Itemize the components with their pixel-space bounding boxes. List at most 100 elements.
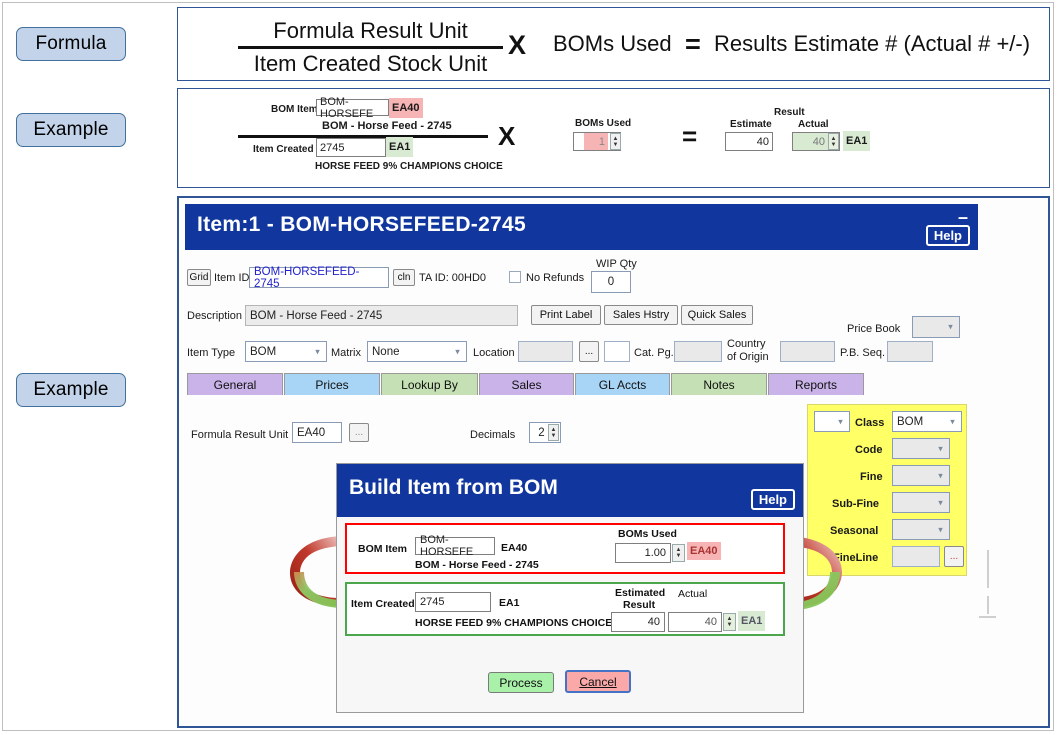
cancel-button[interactable]: Cancel <box>565 670 631 693</box>
example-panel: BOM Item BOM-HORSEFE EA40 BOM - Horse Fe… <box>177 88 1050 188</box>
dialog-bom-description: BOM - Horse Feed - 2745 <box>415 559 539 571</box>
formula-result-unit-ellipsis-button[interactable]: ... <box>349 423 369 442</box>
scrollbar-mark-bottom[interactable] <box>979 616 996 618</box>
example-item-created-label: Item Created <box>253 144 314 155</box>
location-extra-input[interactable] <box>604 341 630 362</box>
formula-result-unit-input[interactable]: EA40 <box>292 422 342 443</box>
formula-result: Results Estimate # (Actual # +/-) <box>714 31 1031 56</box>
tab-prices[interactable]: Prices <box>284 373 380 395</box>
item-created-section: Item Created 2745 EA1 HORSE FEED 9% CHAM… <box>345 582 785 636</box>
tab-general[interactable]: General <box>187 373 283 395</box>
bom-item-section: BOM Item BOM-HORSEFE EA40 BOM - Horse Fe… <box>345 523 785 574</box>
chevron-down-icon: ▾ <box>315 346 320 356</box>
cat-pg-input[interactable] <box>674 341 722 362</box>
tab-notes[interactable]: Notes <box>671 373 767 395</box>
item-id-input[interactable]: BOM-HORSEFEED-2745 <box>249 266 389 290</box>
tab-sales[interactable]: Sales <box>479 373 574 395</box>
print-label-button[interactable]: Print Label <box>531 305 601 325</box>
dialog-bom-item-input[interactable]: BOM-HORSEFE <box>415 534 495 558</box>
process-button[interactable]: Process <box>488 672 554 693</box>
item-type-label: Item Type <box>187 347 236 359</box>
country-of-origin-input[interactable] <box>780 341 835 362</box>
country-of-origin-label-line1: Country <box>727 338 766 350</box>
scrollbar-mark-lower[interactable] <box>987 596 989 614</box>
formula-ellipsis-text: ... <box>354 427 364 438</box>
dialog-boms-used-spinner[interactable]: ▲ ▼ <box>672 544 685 562</box>
class-label: Class <box>855 417 885 429</box>
quick-sales-button[interactable]: Quick Sales <box>681 305 753 325</box>
chevron-down-icon: ▾ <box>455 346 460 356</box>
class-select[interactable]: BOM ▾ <box>892 411 962 432</box>
example-item-description: HORSE FEED 9% CHAMPIONS CHOICE <box>315 161 503 172</box>
decimals-spinner[interactable]: ▲ ▼ <box>548 424 559 441</box>
class-value: BOM <box>897 415 924 428</box>
item-type-select[interactable]: BOM ▾ <box>245 341 327 362</box>
chevron-down-icon: ▾ <box>938 524 943 534</box>
dialog-help-button[interactable]: Help <box>750 489 795 510</box>
fine-label: Fine <box>860 471 883 483</box>
example-boms-used-value: 1 <box>584 133 608 150</box>
dialog-actual-spinner[interactable]: ▲ ▼ <box>723 613 736 631</box>
cln-button[interactable]: cln <box>393 269 415 286</box>
example-bom-description: BOM - Horse Feed - 2745 <box>322 120 452 132</box>
fine-select[interactable]: ▾ <box>892 465 950 486</box>
dialog-title: Build Item from BOM <box>349 476 558 499</box>
location-input[interactable] <box>518 341 573 362</box>
location-label: Location <box>473 347 515 359</box>
fineline-ellipsis-text: ... <box>949 551 959 562</box>
cat-pg-label: Cat. Pg. <box>634 347 674 359</box>
dialog-bom-item-label: BOM Item <box>358 543 408 555</box>
seasonal-select[interactable]: ▾ <box>892 519 950 540</box>
example-bom-item-value: BOM-HORSEFE <box>316 96 389 120</box>
pill-formula-text: Formula <box>35 33 107 54</box>
chevron-down-icon: ▾ <box>938 497 943 507</box>
label-pill-example-bottom: Example <box>16 373 126 407</box>
tab-reports[interactable]: Reports <box>768 373 864 395</box>
scrollbar-mark-upper[interactable] <box>987 550 989 588</box>
sub-fine-label: Sub-Fine <box>832 498 880 510</box>
matrix-select[interactable]: None ▾ <box>367 341 467 362</box>
wip-qty-label: WIP Qty <box>596 258 637 270</box>
code-select[interactable]: ▾ <box>892 438 950 459</box>
example-item-created-unit: EA1 <box>386 137 414 157</box>
multiply-symbol: X <box>508 30 527 60</box>
tab-gl-accts[interactable]: GL Accts <box>575 373 670 395</box>
matrix-value: None <box>372 345 400 358</box>
dialog-actual-input[interactable]: 40 <box>668 612 722 632</box>
tab-label: Prices <box>315 377 349 392</box>
description-input[interactable]: BOM - Horse Feed - 2745 <box>245 305 518 326</box>
help-button[interactable]: Help <box>925 225 970 246</box>
formula-result-unit-label: Formula Result Unit <box>191 429 289 441</box>
fineline-input[interactable] <box>892 546 940 567</box>
fraction-bar <box>238 46 503 49</box>
wip-qty-input[interactable]: 0 <box>591 271 631 293</box>
formula-panel: Formula Result Unit Item Created Stock U… <box>177 7 1050 81</box>
example-bom-item-label: BOM Item <box>271 104 318 115</box>
dialog-item-created-unit: EA1 <box>499 597 520 609</box>
dialog-estimated-result-input[interactable]: 40 <box>611 612 665 632</box>
print-label-text: Print Label <box>539 309 593 321</box>
pb-seq-input[interactable] <box>887 341 933 362</box>
class-prefix-select[interactable]: ▾ <box>814 411 850 432</box>
no-refunds-checkbox[interactable] <box>509 271 521 283</box>
tab-label: Lookup By <box>401 377 458 392</box>
grid-button[interactable]: Grid <box>187 269 211 286</box>
dialog-item-created-input[interactable]: 2745 <box>415 592 491 612</box>
equals-symbol: = <box>685 29 701 59</box>
formula-denominator: Item Created Stock Unit <box>253 51 488 76</box>
dialog-item-created-label: Item Created <box>351 598 415 610</box>
process-button-label: Process <box>499 675 543 690</box>
tab-lookup-by[interactable]: Lookup By <box>381 373 478 395</box>
dialog-boms-used-input[interactable]: 1.00 <box>615 543 671 563</box>
sales-hstry-text: Sales Hstry <box>612 309 670 321</box>
price-book-select[interactable]: ▾ <box>912 316 960 338</box>
sub-fine-select[interactable]: ▾ <box>892 492 950 513</box>
sales-hstry-button[interactable]: Sales Hstry <box>604 305 678 325</box>
location-ellipsis-button[interactable]: ... <box>579 341 599 362</box>
label-pill-formula: Formula <box>16 27 126 61</box>
price-book-label: Price Book <box>847 323 901 335</box>
tab-label: General <box>213 377 257 392</box>
country-of-origin-label-line2: of Origin <box>727 351 769 363</box>
fineline-ellipsis-button[interactable]: ... <box>944 546 964 567</box>
tab-label: Reports <box>794 377 838 392</box>
